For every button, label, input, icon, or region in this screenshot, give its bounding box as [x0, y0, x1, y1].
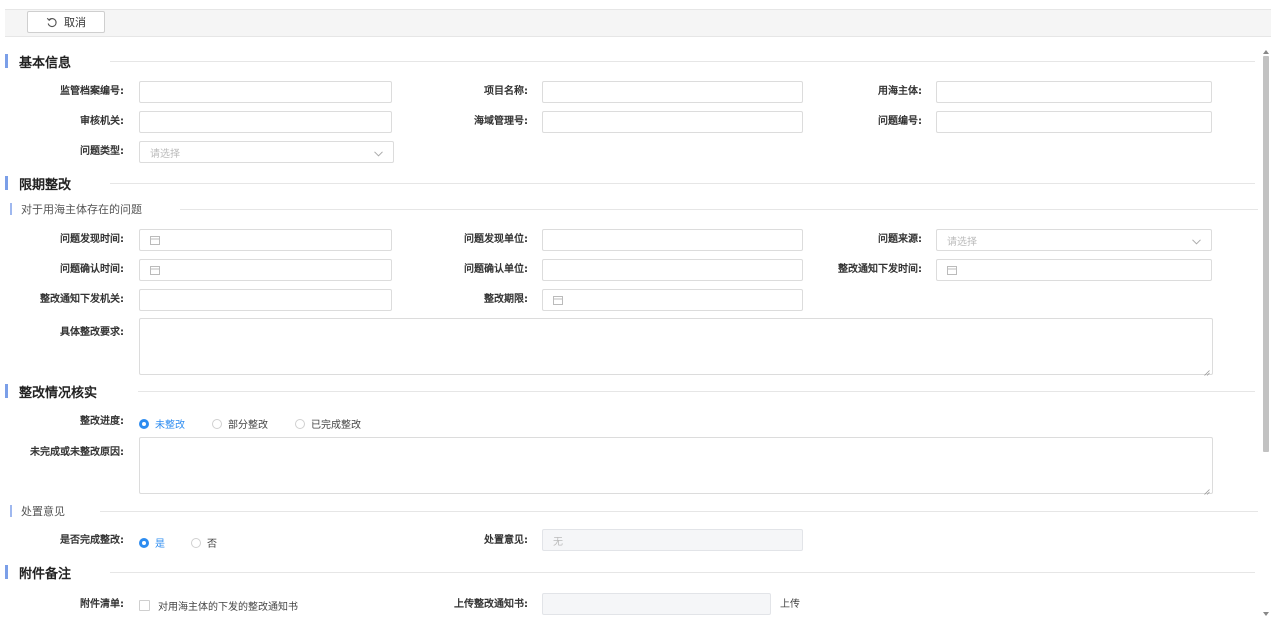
- resize-handle-icon[interactable]: [1204, 485, 1210, 495]
- notice-org-input[interactable]: [139, 289, 392, 311]
- reason-label: 未完成或未整改原因:: [30, 447, 124, 458]
- sea-user-label: 用海主体:: [878, 86, 922, 97]
- radio-completed-yes[interactable]: 是: [139, 535, 165, 550]
- deadline-label: 整改期限:: [484, 294, 528, 305]
- found-unit-input[interactable]: [542, 229, 803, 251]
- upload-button[interactable]: 上传: [780, 598, 800, 612]
- confirm-time-label: 问题确认时间:: [60, 264, 124, 275]
- archive-no-input[interactable]: [139, 81, 392, 103]
- confirm-time-input[interactable]: [139, 259, 392, 281]
- radio-fully-rectified[interactable]: 已完成整改: [295, 416, 361, 431]
- found-time-label: 问题发现时间:: [60, 234, 124, 245]
- source-select[interactable]: 请选择: [936, 229, 1212, 251]
- section-rectify-title: 限期整改: [19, 177, 72, 193]
- scroll-down-icon[interactable]: [1263, 606, 1269, 619]
- toolbar: 取消: [5, 9, 1271, 37]
- subsection-divider: [180, 209, 1258, 210]
- section-basic-info-title: 基本信息: [19, 55, 72, 71]
- subsection-divider: [100, 511, 1258, 512]
- section-basic-info: 基本信息: [5, 53, 72, 71]
- requirement-textarea[interactable]: [139, 318, 1213, 376]
- project-name-input[interactable]: [542, 81, 803, 103]
- sea-user-input[interactable]: [936, 81, 1212, 103]
- cancel-button[interactable]: 取消: [27, 11, 105, 33]
- section-divider: [110, 183, 1255, 184]
- problem-no-label: 问题编号:: [878, 116, 922, 127]
- opinion-label: 处置意见:: [484, 535, 528, 546]
- confirm-unit-input[interactable]: [542, 259, 803, 281]
- section-rectify: 限期整改: [5, 175, 72, 193]
- section-attachments: 附件备注: [5, 564, 72, 582]
- review-org-input[interactable]: [139, 111, 392, 133]
- resize-handle-icon[interactable]: [1204, 366, 1210, 376]
- opinion-value: 无: [553, 536, 563, 548]
- calendar-icon: [150, 235, 160, 245]
- problem-type-label: 问题类型:: [80, 146, 124, 157]
- requirement-label: 具体整改要求:: [60, 327, 124, 338]
- completed-label: 是否完成整改:: [60, 535, 124, 546]
- calendar-icon: [553, 295, 563, 305]
- radio-partially-rectified[interactable]: 部分整改: [212, 416, 268, 431]
- section-divider: [138, 391, 1255, 392]
- problem-no-input[interactable]: [936, 111, 1212, 133]
- problem-type-select[interactable]: 请选择: [139, 141, 394, 163]
- found-unit-label: 问题发现单位:: [464, 234, 528, 245]
- calendar-icon: [947, 265, 957, 275]
- calendar-icon: [150, 265, 160, 275]
- cancel-button-label: 取消: [64, 16, 86, 29]
- section-verify: 整改情况核实: [5, 383, 98, 401]
- confirm-unit-label: 问题确认单位:: [464, 264, 528, 275]
- subsection-disposal: 处置意见: [10, 504, 65, 518]
- opinion-input: 无: [542, 529, 803, 551]
- section-divider: [110, 61, 1255, 62]
- subsection-rectify-title: 对于用海主体存在的问题: [21, 203, 142, 216]
- undo-icon: [46, 16, 58, 28]
- notice-time-label: 整改通知下发时间:: [838, 264, 922, 275]
- vertical-scrollbar[interactable]: [1261, 40, 1271, 616]
- subsection-disposal-title: 处置意见: [21, 505, 65, 518]
- scrollbar-thumb[interactable]: [1263, 56, 1269, 452]
- source-placeholder: 请选择: [947, 236, 977, 248]
- found-time-input[interactable]: [139, 229, 392, 251]
- attach-list-label: 附件清单:: [80, 599, 124, 610]
- sea-mgmt-no-input[interactable]: [542, 111, 803, 133]
- section-verify-title: 整改情况核实: [19, 385, 98, 401]
- section-divider: [110, 572, 1255, 573]
- radio-completed-no[interactable]: 否: [191, 535, 217, 550]
- archive-no-label: 监管档案编号:: [60, 86, 124, 97]
- project-name-label: 项目名称:: [484, 86, 528, 97]
- upload-label: 上传整改通知书:: [454, 599, 528, 610]
- progress-label: 整改进度:: [80, 416, 124, 427]
- notice-time-input[interactable]: [936, 259, 1212, 281]
- chevron-down-icon: [374, 149, 383, 160]
- section-attachments-title: 附件备注: [19, 566, 72, 582]
- problem-type-placeholder: 请选择: [150, 148, 180, 160]
- chevron-down-icon: [1192, 237, 1201, 248]
- radio-not-rectified[interactable]: 未整改: [139, 416, 185, 431]
- deadline-input[interactable]: [542, 289, 803, 311]
- source-label: 问题来源:: [878, 234, 922, 245]
- subsection-rectify: 对于用海主体存在的问题: [10, 202, 142, 216]
- review-org-label: 审核机关:: [80, 116, 124, 127]
- notice-doc-checkbox[interactable]: 对用海主体的下发的整改通知书: [139, 598, 298, 613]
- notice-org-label: 整改通知下发机关:: [40, 294, 124, 305]
- sea-mgmt-no-label: 海域管理号:: [474, 116, 528, 127]
- upload-input: [542, 593, 771, 615]
- reason-textarea[interactable]: [139, 437, 1213, 495]
